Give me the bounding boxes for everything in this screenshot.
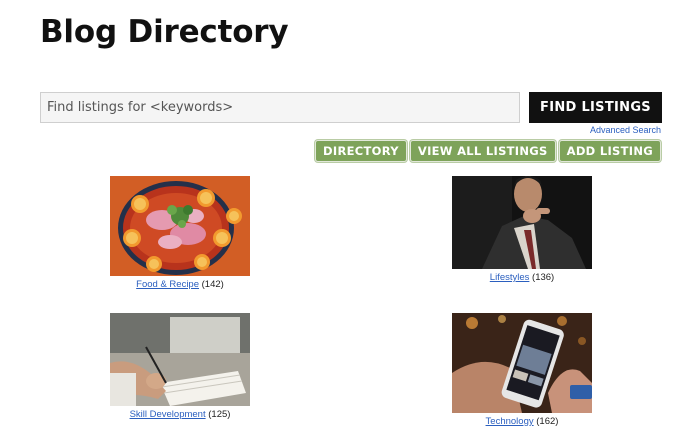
category-card-lifestyles: Lifestyles (136) [452, 176, 592, 283]
directory-button[interactable]: DIRECTORY [315, 140, 407, 162]
directory-nav: DIRECTORY VIEW ALL LISTINGS ADD LISTING [315, 140, 661, 162]
category-caption: Lifestyles (136) [452, 272, 592, 283]
category-caption: Skill Development (125) [110, 409, 250, 420]
add-listing-button[interactable]: ADD LISTING [558, 140, 661, 162]
category-card-skill: Skill Development (125) [110, 313, 250, 420]
page-title: Blog Directory [40, 14, 289, 50]
category-count: (142) [201, 279, 224, 290]
category-count: (136) [532, 272, 555, 283]
smartphone-hand-image[interactable] [452, 313, 592, 413]
category-caption: Technology (162) [452, 416, 592, 427]
category-count: (125) [208, 409, 231, 420]
category-card-technology: Technology (162) [452, 313, 592, 427]
writing-notebook-image[interactable] [110, 313, 250, 406]
food-plate-image[interactable] [110, 176, 250, 276]
find-listings-button[interactable]: FIND LISTINGS [529, 92, 662, 123]
category-caption: Food & Recipe (142) [110, 279, 250, 290]
category-count: (162) [536, 416, 559, 427]
advanced-search-link[interactable]: Advanced Search [590, 125, 661, 135]
category-link-skill[interactable]: Skill Development [130, 409, 206, 420]
category-link-food[interactable]: Food & Recipe [136, 279, 199, 290]
view-all-listings-button[interactable]: VIEW ALL LISTINGS [409, 140, 556, 162]
category-link-technology[interactable]: Technology [486, 416, 534, 427]
category-card-food: Food & Recipe (142) [110, 176, 250, 290]
search-input[interactable] [40, 92, 520, 123]
man-in-suit-image[interactable] [452, 176, 592, 269]
category-link-lifestyles[interactable]: Lifestyles [490, 272, 530, 283]
